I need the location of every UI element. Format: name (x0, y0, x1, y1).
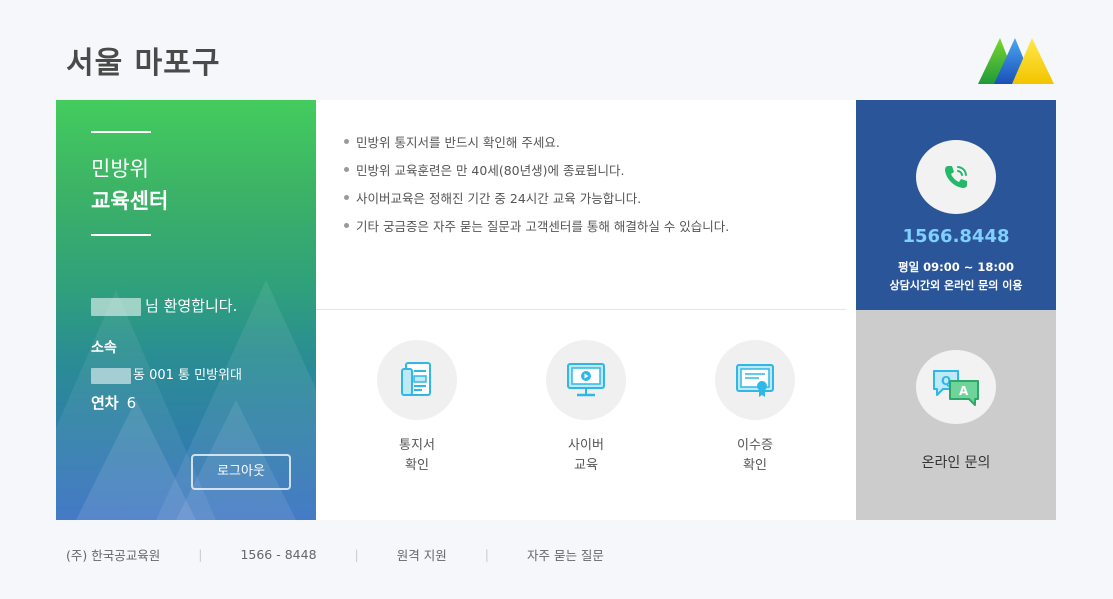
service-label: 사이버 교육 (568, 438, 604, 473)
notice-item: 민방위 통지서를 반드시 확인해 주세요. (344, 133, 729, 161)
footer: (주) 한국공교육원 | 1566 - 8448 | 원격 지원 | 자주 묻는… (66, 545, 604, 564)
affiliation-text: 동 001 통 민방위대 (133, 368, 242, 383)
affiliation-label: 소속 (91, 340, 117, 356)
call-center-phone[interactable]: 1566.8448 (856, 226, 1056, 247)
cyber-education-button[interactable]: 사이버 교육 (536, 340, 636, 476)
footer-separator: | (484, 547, 489, 562)
call-center-hours: 평일 09:00 ~ 18:00 (897, 260, 1015, 274)
footer-company: (주) 한국공교육원 (66, 548, 161, 563)
divider-line (91, 234, 151, 236)
main-card: 민방위 교육센터 님 환영합니다. 소속 동 001 통 민방위대 연차 6 로그… (56, 100, 1056, 520)
notice-item: 기타 궁금증은 자주 묻는 질문과 고객센터를 통해 해결하실 수 있습니다. (344, 217, 729, 245)
phone-call-icon (916, 140, 996, 214)
certificate-check-button[interactable]: 이수증 확인 (705, 340, 805, 476)
redacted-district (91, 367, 131, 384)
faq-link[interactable]: 자주 묻는 질문 (527, 545, 604, 564)
logout-button[interactable]: 로그아웃 (191, 454, 291, 490)
footer-separator: | (354, 547, 359, 562)
footer-separator: | (198, 547, 203, 562)
year-value: 6 (126, 394, 137, 412)
certificate-icon (715, 340, 795, 420)
qa-chat-icon: Q A (916, 350, 996, 424)
redacted-username (91, 297, 141, 316)
notice-check-button[interactable]: 통지서 확인 (367, 340, 467, 476)
remote-support-link[interactable]: 원격 지원 (397, 545, 447, 564)
year-label: 연차 (91, 394, 119, 412)
center-name: 민방위 교육센터 (91, 153, 168, 217)
divider-line (91, 131, 151, 133)
welcome-text: 님 환영합니다. (145, 297, 238, 315)
notice-item: 민방위 교육훈련은 만 40세(80년생)에 종료됩니다. (344, 161, 729, 189)
online-inquiry-label: 온라인 문의 (921, 455, 991, 471)
svg-text:A: A (959, 384, 969, 398)
notice-document-icon (377, 340, 457, 420)
after-hours-note: 상담시간외 온라인 문의 이용 (889, 279, 1023, 292)
online-inquiry-button[interactable]: Q A 온라인 문의 (856, 310, 1056, 520)
page-title: 서울 마포구 (66, 46, 221, 81)
user-panel: 민방위 교육센터 님 환영합니다. 소속 동 001 통 민방위대 연차 6 로그… (56, 100, 316, 520)
year-info: 연차 6 (91, 392, 136, 413)
service-label: 통지서 확인 (399, 438, 435, 473)
notice-item: 사이버교육은 정해진 기간 중 24시간 교육 가능합니다. (344, 189, 729, 217)
center-name-line2: 교육센터 (91, 189, 169, 213)
service-label: 이수증 확인 (737, 438, 773, 473)
notice-list: 민방위 통지서를 반드시 확인해 주세요. 민방위 교육훈련은 만 40세(80… (344, 133, 729, 245)
welcome-message: 님 환영합니다. (91, 295, 237, 316)
section-divider (316, 309, 846, 310)
call-center-panel: 1566.8448 평일 09:00 ~ 18:00 상담시간외 온라인 문의 … (856, 100, 1056, 310)
triangle-logo-icon[interactable] (978, 36, 1054, 84)
center-name-line1: 민방위 (91, 157, 149, 181)
affiliation-value: 동 001 통 민방위대 (91, 364, 242, 384)
cyber-monitor-icon (546, 340, 626, 420)
footer-phone[interactable]: 1566 - 8448 (240, 547, 316, 562)
page-header: 서울 마포구 (0, 0, 1113, 100)
